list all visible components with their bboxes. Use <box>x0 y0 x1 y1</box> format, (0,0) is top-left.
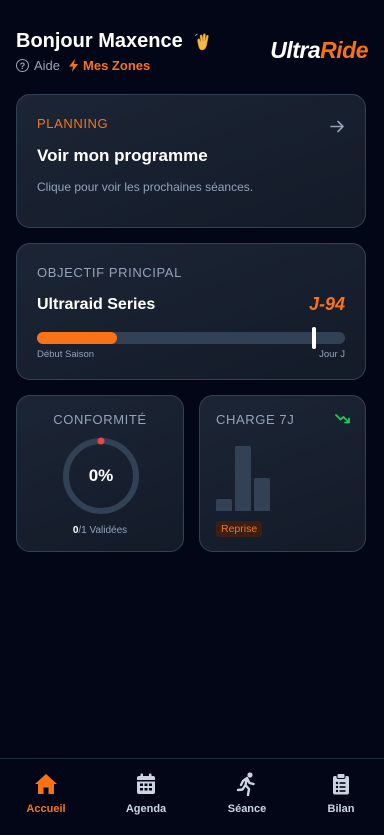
greeting-text: Bonjour Maxence <box>16 30 183 52</box>
planning-title: Voir mon programme <box>37 146 208 165</box>
arrow-right-icon <box>330 120 345 138</box>
calendar-icon <box>133 771 159 797</box>
season-progress-bar <box>37 327 345 349</box>
nav-agenda[interactable]: Agenda <box>106 771 186 815</box>
waving-hand-icon <box>193 32 213 52</box>
conformite-label: CONFORMITÉ <box>53 412 147 427</box>
objectif-card[interactable]: OBJECTIF PRINCIPAL Ultraraid Series J-94… <box>16 243 366 380</box>
season-start-label: Début Saison <box>37 349 95 360</box>
countdown: J-94 <box>308 294 345 314</box>
charge-card[interactable]: CHARGE 7J Reprise <box>199 395 366 552</box>
objectif-name: Ultraraid Series <box>37 296 156 313</box>
charge-bar <box>235 446 251 511</box>
aide-label: Aide <box>34 58 61 73</box>
header: Bonjour Maxence ? Aide Mes Zones UltraRi… <box>16 30 368 78</box>
bottom-nav: Accueil Agenda Séance Bilan <box>0 758 384 835</box>
help-icon: ? <box>16 59 29 72</box>
home-icon <box>33 771 59 797</box>
conformite-value: 0% <box>88 466 114 485</box>
mes-zones-label: Mes Zones <box>83 58 151 73</box>
nav-seance-label: Séance <box>227 803 267 815</box>
nav-accueil[interactable]: Accueil <box>6 771 86 815</box>
charge-bars <box>216 446 276 511</box>
planning-description: Clique pour voir les prochaines séances. <box>37 180 254 194</box>
charge-bar <box>216 499 232 511</box>
planning-card[interactable]: PLANNING Voir mon programme Clique pour … <box>16 94 366 228</box>
nav-agenda-label: Agenda <box>125 803 167 815</box>
nav-seance[interactable]: Séance <box>207 771 287 815</box>
runner-icon <box>234 771 260 797</box>
charge-status-badge: Reprise <box>216 521 263 537</box>
trend-down-icon <box>335 412 351 430</box>
nav-accueil-label: Accueil <box>26 803 66 815</box>
validated-count: 0/1 Validées <box>72 525 128 536</box>
charge-bar <box>254 478 270 511</box>
season-progress-fill <box>37 332 117 344</box>
clipboard-icon <box>328 771 354 797</box>
season-progress-marker <box>312 327 316 349</box>
nav-bilan[interactable]: Bilan <box>301 771 381 815</box>
conformite-card[interactable]: CONFORMITÉ 0% 0/1 Validées <box>16 395 184 552</box>
nav-bilan-label: Bilan <box>327 803 355 815</box>
ultraride-logo: UltraRide <box>270 37 368 63</box>
lightning-icon <box>69 59 79 72</box>
greeting: Bonjour Maxence <box>16 30 213 53</box>
charge-label: CHARGE 7J <box>216 412 295 427</box>
aide-link[interactable]: ? Aide <box>16 58 60 73</box>
season-end-label: Jour J <box>319 349 345 360</box>
header-links: ? Aide Mes Zones <box>16 58 150 73</box>
planning-label: PLANNING <box>37 116 109 131</box>
objectif-label: OBJECTIF PRINCIPAL <box>37 265 182 280</box>
conformite-ring: 0% <box>61 436 141 516</box>
mes-zones-link[interactable]: Mes Zones <box>69 58 150 73</box>
